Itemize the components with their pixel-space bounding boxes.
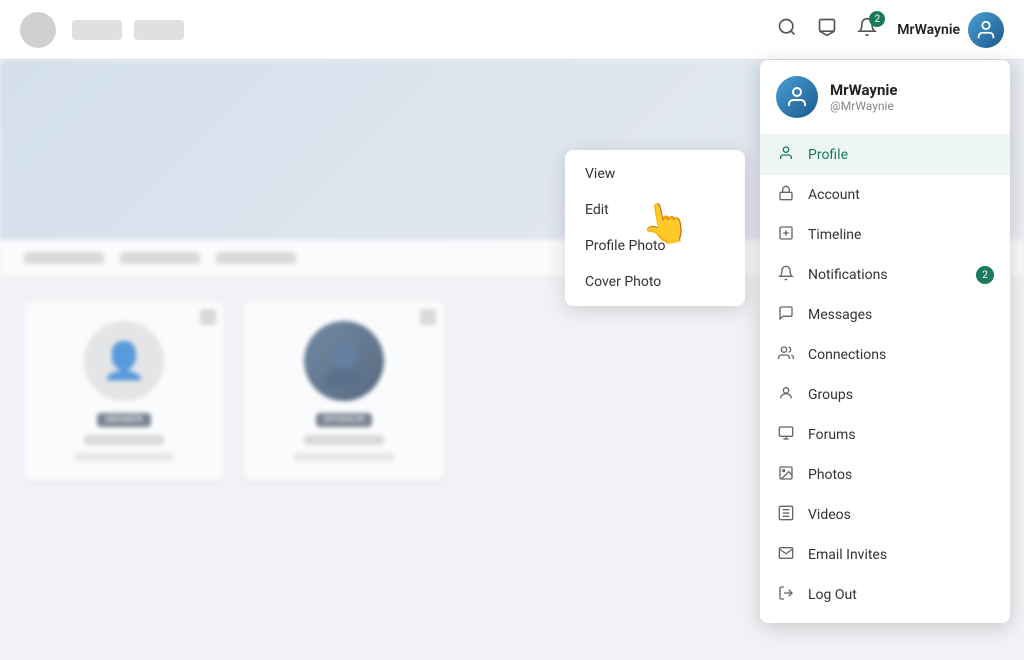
timeline-label: Timeline (808, 227, 994, 243)
card-name-1 (84, 435, 164, 445)
notifications-icon[interactable]: 2 (857, 17, 877, 42)
photos-icon (776, 465, 796, 485)
dropdown-item-notifications[interactable]: Notifications 2 (760, 255, 1010, 295)
dropdown-item-timeline[interactable]: Timeline (760, 215, 1010, 255)
header-username: MrWaynie (897, 22, 960, 38)
dropdown-header: MrWaynie @MrWaynie (760, 60, 1010, 135)
dropdown-item-photos[interactable]: Photos (760, 455, 1010, 495)
context-item-cover-photo[interactable]: Cover Photo (565, 264, 745, 300)
dropdown-item-forums[interactable]: Forums (760, 415, 1010, 455)
connections-label: Connections (808, 347, 994, 363)
notification-badge: 2 (869, 11, 885, 27)
messages-menu-icon (776, 305, 796, 325)
card-badge-2: SPONSOR (316, 413, 373, 427)
header-left (20, 12, 184, 48)
messages-label: Messages (808, 307, 994, 323)
nav-item-1[interactable] (72, 20, 122, 40)
videos-label: Videos (808, 507, 994, 523)
dropdown-user-info: MrWaynie @MrWaynie (830, 81, 897, 113)
pi-placeholder-3 (216, 252, 296, 264)
header-avatar (968, 12, 1004, 48)
forums-icon (776, 425, 796, 445)
dropdown-avatar (776, 76, 818, 118)
groups-icon (776, 385, 796, 405)
card-menu-2 (420, 309, 436, 325)
videos-icon (776, 505, 796, 525)
person-icon-1: 👤 (102, 340, 147, 382)
nav-item-2[interactable] (134, 20, 184, 40)
header: 2 MrWaynie (0, 0, 1024, 60)
timeline-icon (776, 225, 796, 245)
card-avatar-2 (304, 321, 384, 401)
dropdown-username: MrWaynie (830, 81, 897, 99)
notifications-label: Notifications (808, 267, 964, 283)
dropdown-handle: @MrWaynie (830, 99, 897, 113)
email-invites-label: Email Invites (808, 547, 994, 563)
header-nav (72, 20, 184, 40)
card-time-2 (294, 453, 394, 461)
pi-placeholder-1 (24, 252, 104, 264)
member-card-2: SPONSOR (244, 301, 444, 481)
forums-label: Forums (808, 427, 994, 443)
search-icon[interactable] (777, 17, 797, 42)
messages-icon[interactable] (817, 17, 837, 42)
dropdown-item-connections[interactable]: Connections (760, 335, 1010, 375)
card-name-2 (304, 435, 384, 445)
user-menu-trigger[interactable]: MrWaynie (897, 12, 1004, 48)
photos-label: Photos (808, 467, 994, 483)
context-item-edit[interactable]: Edit (565, 192, 745, 228)
card-badge-1: MEMBER (97, 413, 150, 427)
notifications-count-badge: 2 (976, 266, 994, 284)
notifications-menu-icon (776, 265, 796, 285)
member-card-1: 👤 MEMBER (24, 301, 224, 481)
email-invites-icon (776, 545, 796, 565)
pi-placeholder-2 (120, 252, 200, 264)
groups-label: Groups (808, 387, 994, 403)
profile-icon (776, 145, 796, 165)
account-icon (776, 185, 796, 205)
dropdown-item-profile[interactable]: Profile (760, 135, 1010, 175)
dropdown-item-messages[interactable]: Messages (760, 295, 1010, 335)
connections-icon (776, 345, 796, 365)
card-time-1 (74, 453, 174, 461)
context-dropdown: View Edit Profile Photo Cover Photo (565, 150, 745, 306)
dropdown-item-account[interactable]: Account (760, 175, 1010, 215)
user-dropdown: MrWaynie @MrWaynie Profile Account Timel… (760, 60, 1010, 623)
site-logo (20, 12, 56, 48)
header-right: 2 MrWaynie (777, 12, 1004, 48)
dropdown-item-email-invites[interactable]: Email Invites (760, 535, 1010, 575)
profile-label: Profile (808, 147, 994, 163)
context-item-view[interactable]: View (565, 156, 745, 192)
card-menu-1 (200, 309, 216, 325)
account-label: Account (808, 187, 994, 203)
dropdown-item-videos[interactable]: Videos (760, 495, 1010, 535)
context-item-profile-photo[interactable]: Profile Photo (565, 228, 745, 264)
card-avatar-1: 👤 (84, 321, 164, 401)
dropdown-item-groups[interactable]: Groups (760, 375, 1010, 415)
